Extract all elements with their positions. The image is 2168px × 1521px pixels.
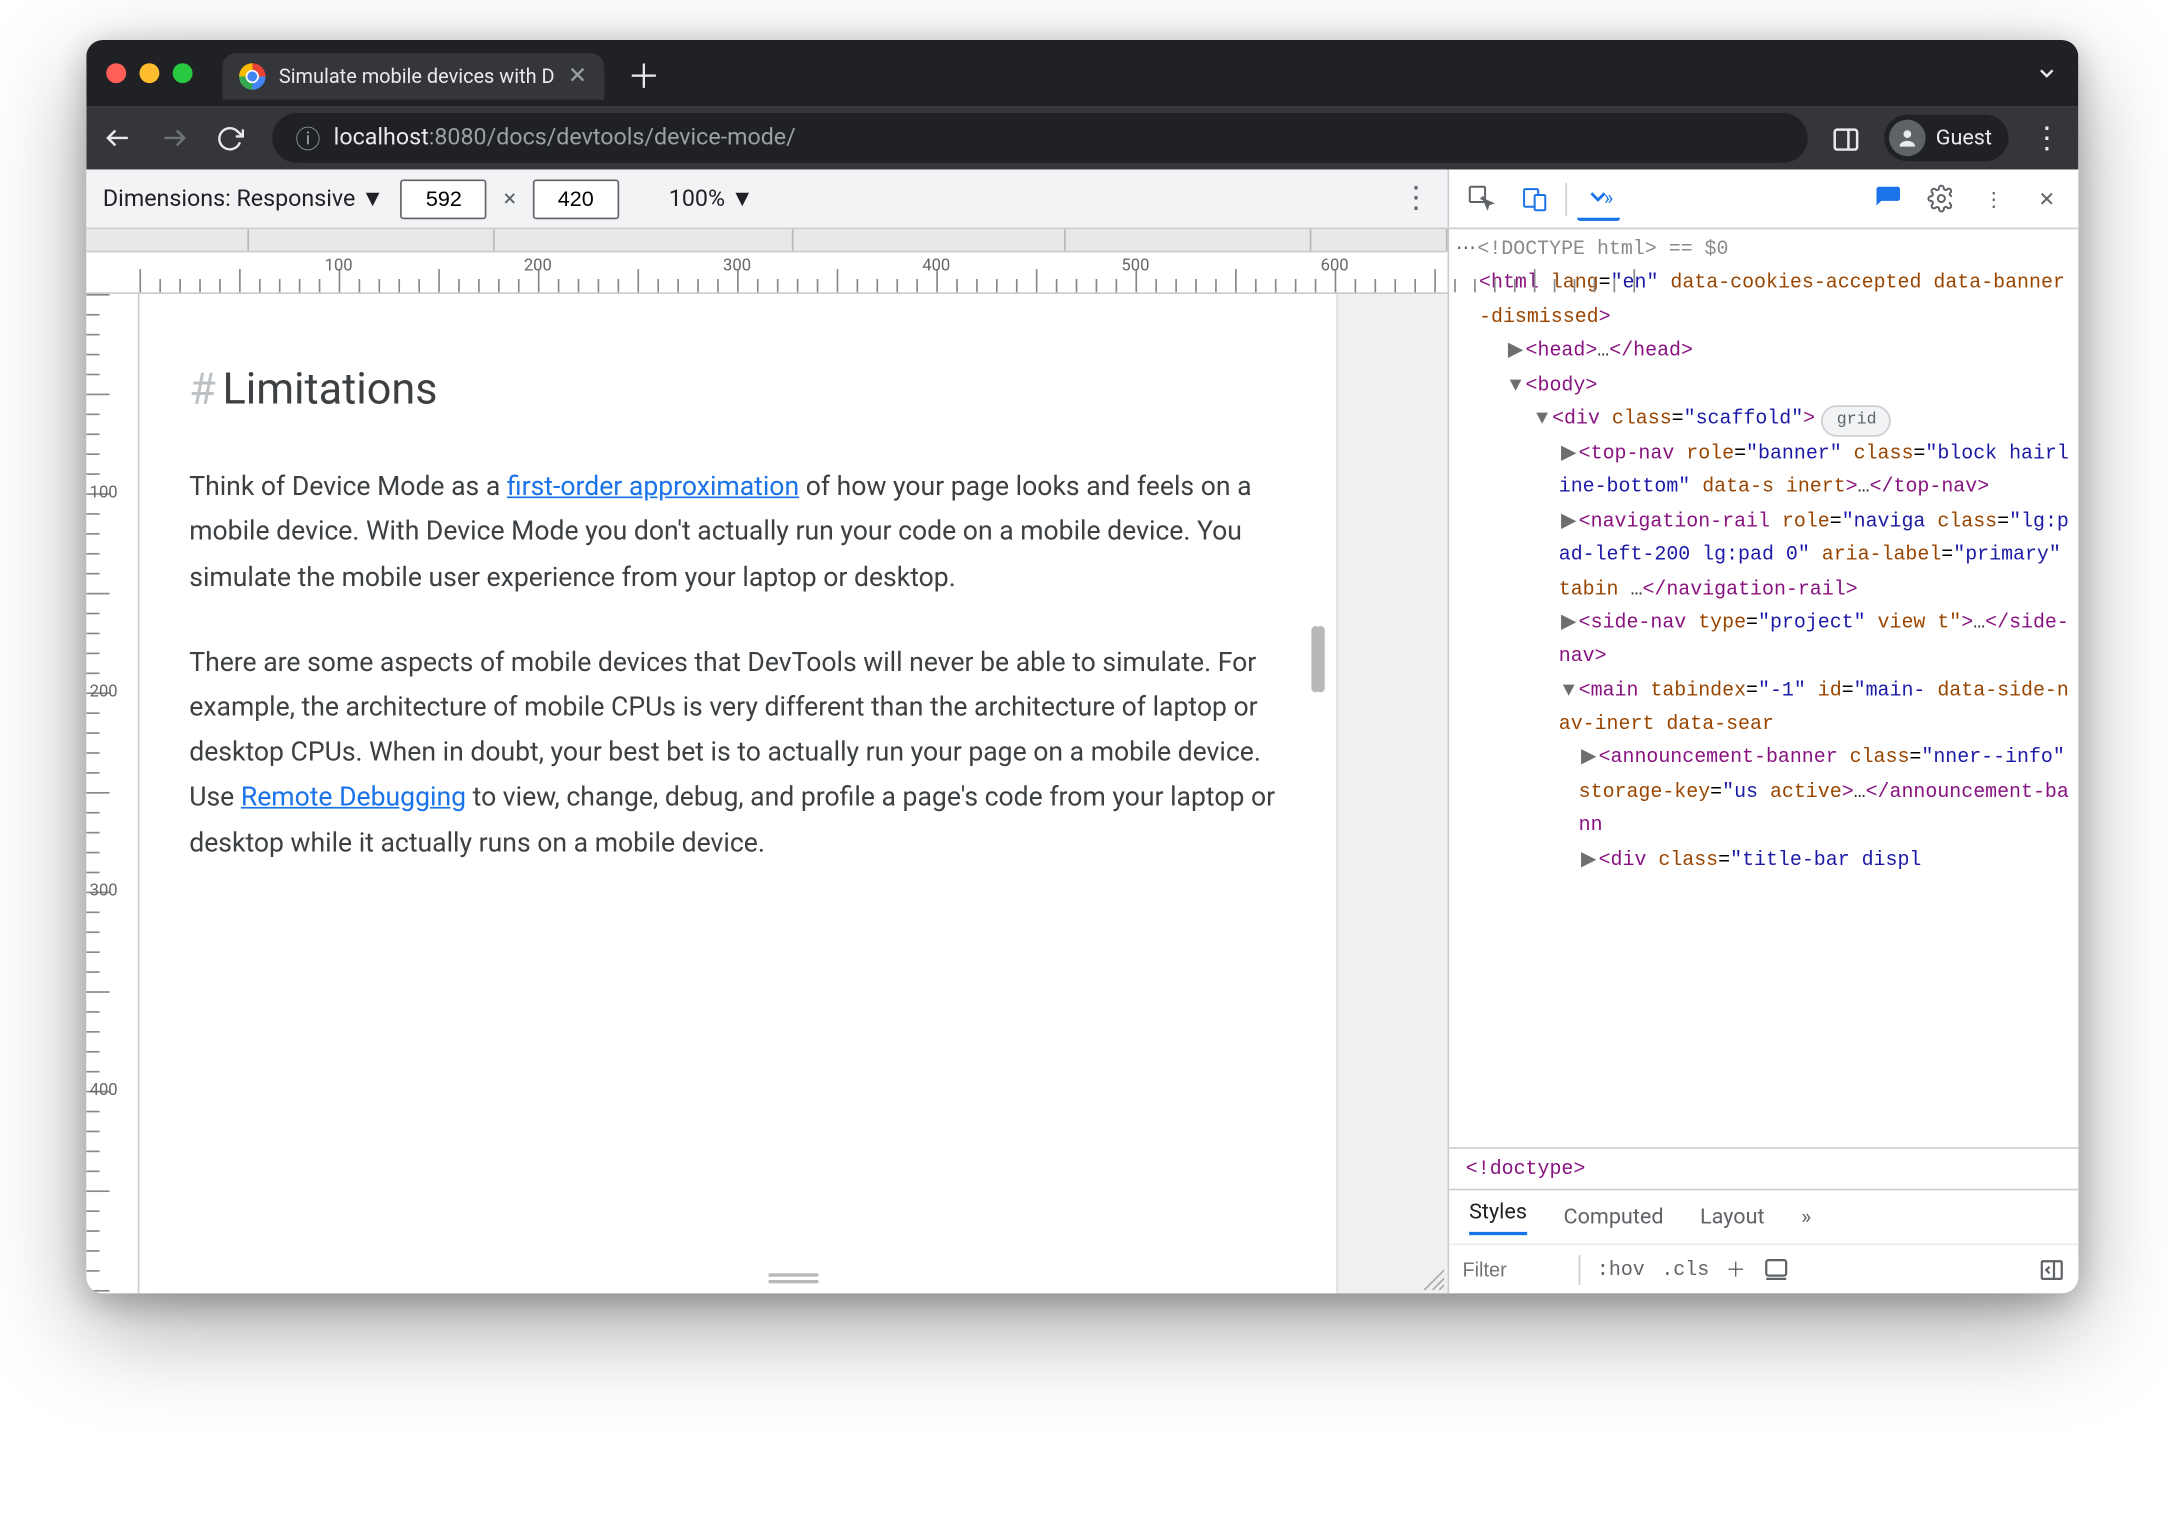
resize-handle-bottom[interactable]: [769, 1273, 819, 1283]
hov-toggle[interactable]: :hov: [1597, 1258, 1645, 1281]
devtools-toolbar: » ⋮ ✕: [1449, 169, 2078, 229]
dom-node[interactable]: ▶<head>…</head>: [1449, 334, 2078, 368]
ruler-horizontal: /*populated below*/ 100200300400500600: [86, 252, 1447, 293]
browser-menu-icon[interactable]: ⋮: [2032, 121, 2062, 156]
toggle-sidebar-icon[interactable]: [2038, 1256, 2065, 1283]
devtools-menu-icon[interactable]: ⋮: [1972, 177, 2015, 220]
forward-button[interactable]: [159, 123, 192, 153]
tab-layout[interactable]: Layout: [1700, 1204, 1765, 1229]
tab-computed[interactable]: Computed: [1564, 1204, 1664, 1229]
side-panel-icon[interactable]: [1831, 125, 1861, 152]
styles-toolbar: :hov .cls ＋: [1449, 1244, 2078, 1294]
breakpoints-bar[interactable]: [86, 229, 1447, 252]
dom-node[interactable]: ▶<div class="title-bar displ: [1449, 843, 2078, 877]
device-toggle-icon[interactable]: [1512, 177, 1555, 220]
styles-tabs: Styles Computed Layout »: [1449, 1190, 2078, 1243]
dom-node[interactable]: ▶<announcement-banner class="nner--info"…: [1449, 741, 2078, 843]
close-tab-icon[interactable]: ✕: [568, 63, 587, 90]
titlebar: Simulate mobile devices with D ✕ ＋: [86, 40, 2078, 106]
device-toolbar: Dimensions: Responsive ▼ × 100% ▼ ⋮: [86, 169, 1447, 229]
viewport: #Limitations Think of Device Mode as a f…: [139, 294, 1447, 1293]
scrollbar[interactable]: [1311, 626, 1319, 692]
ruler-vertical: 100200300400: [86, 294, 139, 1293]
breadcrumb[interactable]: <!doctype>: [1449, 1147, 2078, 1190]
browser-tab[interactable]: Simulate mobile devices with D ✕: [222, 53, 604, 99]
height-input[interactable]: [533, 179, 619, 219]
chrome-icon: [239, 63, 266, 90]
dom-tree[interactable]: ⋯<!DOCTYPE html> == $0 <html lang="en" d…: [1449, 229, 2078, 1147]
devtools-panel: » ⋮ ✕ ⋯<!DOCTYPE html> == $0 <html lang=…: [1448, 169, 2079, 1293]
dom-node[interactable]: ▶<side-nav type="project" view t">…</sid…: [1449, 606, 2078, 674]
dom-node[interactable]: ▶<navigation-rail role="naviga class="lg…: [1449, 504, 2078, 606]
dom-node[interactable]: ▼<body>: [1449, 368, 2078, 402]
new-style-icon[interactable]: ＋: [1726, 1255, 1746, 1283]
address-bar[interactable]: ⓘ localhost:8080/docs/devtools/device-mo…: [272, 113, 1808, 163]
tab-title: Simulate mobile devices with D: [279, 65, 555, 88]
computed-styles-icon[interactable]: [1762, 1256, 1789, 1283]
tabs-overflow-icon[interactable]: »: [1801, 1204, 1811, 1229]
dimension-x: ×: [504, 185, 516, 212]
back-button[interactable]: [103, 123, 136, 153]
grid-badge[interactable]: grid: [1822, 405, 1892, 437]
close-window[interactable]: [106, 63, 126, 83]
browser-window: Simulate mobile devices with D ✕ ＋ ⓘ loc…: [86, 40, 2078, 1293]
tabs-dropdown-icon[interactable]: [2035, 62, 2058, 85]
rendered-page[interactable]: #Limitations Think of Device Mode as a f…: [139, 294, 1338, 1293]
dom-node[interactable]: ▼<div class="scaffold">grid: [1449, 402, 2078, 437]
minimize-window[interactable]: [139, 63, 159, 83]
guest-label: Guest: [1936, 125, 1992, 150]
dimensions-select[interactable]: Dimensions: Responsive ▼: [103, 184, 384, 212]
link-first-order[interactable]: first-order approximation: [507, 470, 799, 502]
url-toolbar: ⓘ localhost:8080/docs/devtools/device-mo…: [86, 106, 2078, 169]
dom-node[interactable]: <html lang="en" data-cookies-accepted da…: [1449, 266, 2078, 334]
avatar-icon: [1889, 120, 1926, 157]
paragraph: There are some aspects of mobile devices…: [189, 639, 1286, 865]
profile-button[interactable]: Guest: [1884, 115, 2008, 161]
close-devtools-icon[interactable]: ✕: [2025, 177, 2068, 220]
paragraph: Think of Device Mode as a first-order ap…: [189, 464, 1286, 599]
resize-handle-corner[interactable]: [1421, 1267, 1444, 1290]
new-tab-button[interactable]: ＋: [627, 49, 660, 97]
workspace: Dimensions: Responsive ▼ × 100% ▼ ⋮ /*po…: [86, 169, 2078, 1293]
maximize-window[interactable]: [173, 63, 193, 83]
inspect-icon[interactable]: [1459, 177, 1502, 220]
url-text: localhost:8080/docs/devtools/device-mode…: [334, 125, 796, 152]
cls-toggle[interactable]: .cls: [1661, 1258, 1709, 1281]
filter-input[interactable]: [1462, 1258, 1562, 1281]
link-remote-debugging[interactable]: Remote Debugging: [241, 781, 466, 813]
issues-icon[interactable]: [1866, 177, 1909, 220]
site-info-icon[interactable]: ⓘ: [295, 121, 320, 156]
reload-button[interactable]: [216, 124, 249, 152]
device-toolbar-menu-icon[interactable]: ⋮: [1401, 181, 1431, 216]
dom-node[interactable]: ▶<top-nav role="banner" class="block hai…: [1449, 437, 2078, 505]
settings-icon[interactable]: [1919, 177, 1962, 220]
page-heading: #Limitations: [189, 354, 1286, 427]
zoom-select[interactable]: 100% ▼: [669, 184, 754, 212]
tab-styles[interactable]: Styles: [1469, 1200, 1527, 1235]
window-controls: [106, 63, 192, 83]
elements-tab-overflow[interactable]: »: [1577, 177, 1620, 220]
dom-node[interactable]: ▼<main tabindex="-1" id="main- data-side…: [1449, 674, 2078, 742]
width-input[interactable]: [401, 179, 487, 219]
device-mode-pane: Dimensions: Responsive ▼ × 100% ▼ ⋮ /*po…: [86, 169, 1447, 1293]
